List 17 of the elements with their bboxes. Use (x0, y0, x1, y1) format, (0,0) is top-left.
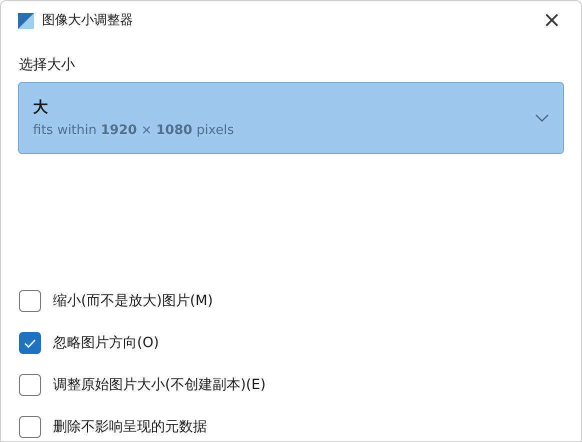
window-title: 图像大小调整器 (42, 12, 133, 30)
checkbox[interactable] (19, 416, 41, 438)
app-icon (18, 13, 34, 29)
size-description: fits within 1920 × 1080 pixels (33, 122, 234, 140)
checkbox[interactable] (19, 290, 41, 312)
size-dropdown[interactable]: 大 fits within 1920 × 1080 pixels (18, 82, 564, 154)
checkbox-label: 调整原始图片大小(不创建副本)(E) (53, 376, 266, 394)
checkbox[interactable] (19, 374, 41, 396)
selected-size: 大 (33, 97, 49, 118)
checkbox-label: 缩小(而不是放大)图片(M) (53, 292, 213, 310)
checkmark-icon (24, 338, 36, 348)
close-button[interactable]: × (542, 10, 561, 32)
chevron-down-icon (535, 114, 549, 122)
field-label: 选择大小 (19, 56, 75, 75)
checkbox-label: 忽略图片方向(O) (53, 334, 159, 352)
checkbox[interactable] (19, 332, 41, 354)
checkbox-label: 删除不影响呈现的元数据 (53, 418, 207, 436)
